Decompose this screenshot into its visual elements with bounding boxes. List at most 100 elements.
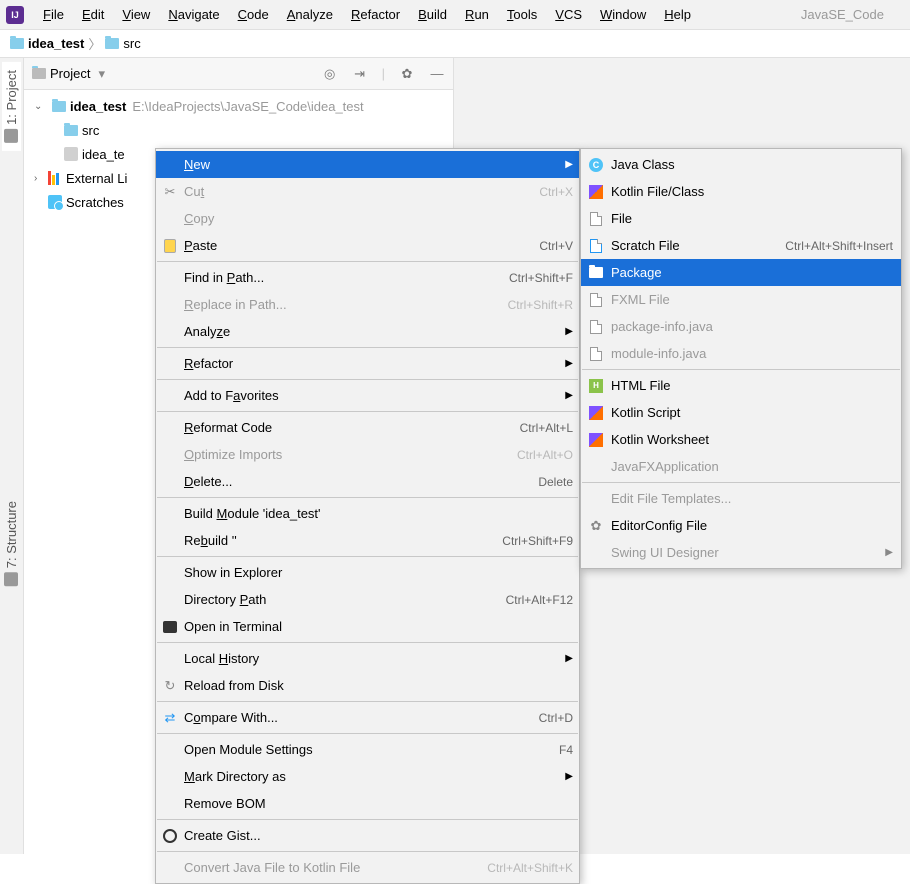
- context-item[interactable]: Analyze▶: [156, 318, 579, 345]
- chevron-right-icon: ▶: [565, 326, 573, 337]
- project-icon: [5, 129, 19, 143]
- context-item[interactable]: PasteCtrl+V: [156, 232, 579, 259]
- submenu-item-label: File: [611, 211, 632, 226]
- shortcut: Ctrl+Shift+F: [509, 271, 573, 285]
- menu-refactor[interactable]: Refactor: [342, 3, 409, 26]
- submenu-item[interactable]: ✿EditorConfig File: [581, 512, 901, 539]
- chevron-right-icon: ▶: [565, 358, 573, 369]
- context-item[interactable]: Build Module 'idea_test': [156, 500, 579, 527]
- submenu-item[interactable]: Scratch FileCtrl+Alt+Shift+Insert: [581, 232, 901, 259]
- gear-icon[interactable]: ✿: [399, 66, 415, 82]
- context-item-label: Open in Terminal: [184, 619, 282, 634]
- menu-tools[interactable]: Tools: [498, 3, 546, 26]
- context-item-label: Directory Path: [184, 592, 266, 607]
- context-item[interactable]: Create Gist...: [156, 822, 579, 849]
- context-menu: New▶✂CutCtrl+XCopyPasteCtrl+VFind in Pat…: [155, 148, 580, 884]
- tree-node-label: idea_te: [82, 147, 125, 162]
- context-item-label: Cut: [184, 184, 204, 199]
- breadcrumb: idea_test 〉 src: [0, 30, 910, 58]
- context-item-label: Compare With...: [184, 710, 278, 725]
- context-item-label: Replace in Path...: [184, 297, 287, 312]
- context-item: Replace in Path... Ctrl+Shift+R: [156, 291, 579, 318]
- submenu-item: FXML File: [581, 286, 901, 313]
- menu-file[interactable]: File: [34, 3, 73, 26]
- chevron-right-icon: ▶: [565, 653, 573, 664]
- breadcrumb-child[interactable]: src: [105, 36, 140, 51]
- tree-node-label: External Li: [66, 171, 127, 186]
- context-item[interactable]: Show in Explorer: [156, 559, 579, 586]
- context-item[interactable]: ↻Reload from Disk: [156, 672, 579, 699]
- submenu-item[interactable]: Kotlin File/Class: [581, 178, 901, 205]
- submenu-item[interactable]: CJava Class: [581, 151, 901, 178]
- reload-icon: ↻: [162, 678, 178, 694]
- shortcut: Ctrl+Alt+O: [517, 448, 573, 462]
- context-item[interactable]: Mark Directory as▶: [156, 763, 579, 790]
- context-item[interactable]: Directory PathCtrl+Alt+F12: [156, 586, 579, 613]
- context-item[interactable]: Find in Path... Ctrl+Shift+F: [156, 264, 579, 291]
- submenu-item[interactable]: Kotlin Worksheet: [581, 426, 901, 453]
- chevron-down-icon[interactable]: ⌄: [34, 101, 48, 112]
- submenu-item-label: Kotlin File/Class: [611, 184, 704, 199]
- submenu-item-label: Swing UI Designer: [611, 545, 719, 560]
- context-item[interactable]: Local History▶: [156, 645, 579, 672]
- tree-root[interactable]: ⌄ idea_test E:\IdeaProjects\JavaSE_Code\…: [24, 94, 453, 118]
- context-item-label: Find in Path...: [184, 270, 264, 285]
- submenu-item[interactable]: H HTML File: [581, 372, 901, 399]
- panel-title[interactable]: Project ▾: [32, 66, 105, 82]
- menu-run[interactable]: Run: [456, 3, 498, 26]
- context-item[interactable]: Rebuild ''Ctrl+Shift+F9: [156, 527, 579, 554]
- context-item[interactable]: Delete...Delete: [156, 468, 579, 495]
- submenu-item-label: HTML File: [611, 378, 670, 393]
- side-tabs: 1: Project 7: Structure: [0, 58, 24, 854]
- java-icon: C: [588, 157, 604, 173]
- context-item[interactable]: Add to Favorites▶: [156, 382, 579, 409]
- submenu-item-label: FXML File: [611, 292, 670, 307]
- context-item-label: Delete...: [184, 474, 232, 489]
- file-icon: [588, 211, 604, 227]
- breadcrumb-root[interactable]: idea_test: [10, 36, 84, 51]
- context-item[interactable]: Reformat CodeCtrl+Alt+L: [156, 414, 579, 441]
- context-item[interactable]: ⇄Compare With...Ctrl+D: [156, 704, 579, 731]
- pkg-icon: [588, 265, 604, 281]
- shortcut: Ctrl+Shift+R: [508, 298, 573, 312]
- kt-icon: [588, 432, 604, 448]
- context-item[interactable]: Open in Terminal: [156, 613, 579, 640]
- context-item[interactable]: Remove BOM: [156, 790, 579, 817]
- submenu-item[interactable]: File: [581, 205, 901, 232]
- context-item[interactable]: New▶: [156, 151, 579, 178]
- submenu-item[interactable]: Kotlin Script: [581, 399, 901, 426]
- submenu-item-label: Edit File Templates...: [611, 491, 731, 506]
- file-icon: [588, 346, 604, 362]
- submenu-item[interactable]: Package: [581, 259, 901, 286]
- submenu-new: CJava Class Kotlin File/Class File Scratch …: [580, 148, 902, 569]
- side-tab-label: 1: Project: [4, 70, 19, 125]
- side-tab-project[interactable]: 1: Project: [2, 62, 21, 151]
- chevron-right-icon[interactable]: ›: [34, 173, 48, 184]
- menu-navigate[interactable]: Navigate: [159, 3, 228, 26]
- context-item[interactable]: Open Module SettingsF4: [156, 736, 579, 763]
- menu-vcs[interactable]: VCS: [546, 3, 591, 26]
- context-item[interactable]: Refactor ▶: [156, 350, 579, 377]
- menu-window[interactable]: Window: [591, 3, 655, 26]
- gh-icon: [162, 828, 178, 844]
- libraries-icon: [48, 171, 62, 185]
- menu-edit[interactable]: Edit: [73, 3, 113, 26]
- folder-icon: [64, 125, 78, 136]
- context-item-label: Optimize Imports: [184, 447, 282, 462]
- submenu-item: package-info.java: [581, 313, 901, 340]
- tree-src[interactable]: src: [24, 118, 453, 142]
- collapse-icon[interactable]: ⇥: [352, 66, 368, 82]
- target-icon[interactable]: ◎: [322, 66, 338, 82]
- menu-view[interactable]: View: [113, 3, 159, 26]
- menu-build[interactable]: Build: [409, 3, 456, 26]
- menu-code[interactable]: Code: [229, 3, 278, 26]
- submenu-item: module-info.java: [581, 340, 901, 367]
- html-icon: H: [588, 378, 604, 394]
- minimize-icon[interactable]: —: [429, 66, 445, 82]
- context-item-label: Refactor: [184, 356, 233, 371]
- submenu-item-label: JavaFXApplication: [611, 459, 719, 474]
- menu-help[interactable]: Help: [655, 3, 700, 26]
- compare-icon: ⇄: [162, 710, 178, 726]
- side-tab-structure[interactable]: 7: Structure: [2, 493, 21, 594]
- menu-analyze[interactable]: Analyze: [278, 3, 342, 26]
